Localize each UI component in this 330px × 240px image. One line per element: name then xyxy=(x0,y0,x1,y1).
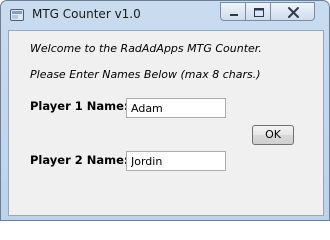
instructions-text: Please Enter Names Below (max 8 chars.) xyxy=(30,68,261,81)
app-window: MTG Counter v1.0 Welcome to the RadAdApp… xyxy=(0,0,330,221)
close-icon xyxy=(288,7,299,18)
maximize-button[interactable] xyxy=(245,2,271,21)
player2-name-input[interactable] xyxy=(126,151,226,171)
minimize-button[interactable] xyxy=(220,2,246,21)
title-bar[interactable]: MTG Counter v1.0 xyxy=(1,1,329,29)
window-title: MTG Counter v1.0 xyxy=(32,7,141,21)
welcome-text: Welcome to the RadAdApps MTG Counter. xyxy=(30,42,262,55)
player2-label: Player 2 Name: xyxy=(30,153,129,167)
close-button[interactable] xyxy=(270,2,315,21)
app-window-icon[interactable] xyxy=(10,9,24,21)
player1-name-input[interactable] xyxy=(126,98,226,118)
form-client-area: Welcome to the RadAdApps MTG Counter. Pl… xyxy=(8,30,324,216)
ok-button[interactable]: OK xyxy=(252,125,294,145)
maximize-icon xyxy=(254,8,264,17)
minimize-icon xyxy=(230,14,238,16)
player1-label: Player 1 Name: xyxy=(30,99,129,113)
